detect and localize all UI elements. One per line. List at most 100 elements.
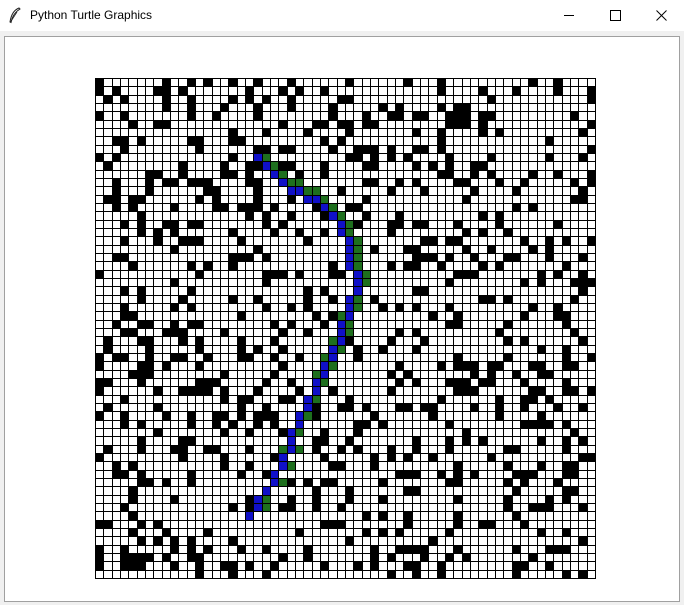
obstacle-cell (162, 220, 171, 229)
path-cell (345, 236, 354, 246)
obstacle-cell (353, 220, 363, 229)
obstacle-cell (562, 545, 571, 554)
obstacle-cell (287, 95, 296, 104)
obstacle-cell (562, 420, 571, 429)
obstacle-cell (262, 278, 271, 287)
obstacle-cell (245, 211, 254, 221)
obstacle-cell (570, 361, 579, 371)
obstacle-cell (403, 520, 413, 529)
obstacle-cell (487, 520, 496, 529)
obstacle-cell (120, 561, 129, 571)
obstacle-cell (353, 561, 363, 571)
obstacle-cell (320, 428, 329, 437)
obstacle-cell (545, 495, 554, 504)
obstacle-cell (537, 503, 546, 512)
obstacle-cell (437, 261, 446, 271)
turtle-window: Python Turtle Graphics (0, 0, 684, 605)
minimize-button[interactable] (546, 0, 592, 31)
obstacle-cell (512, 186, 521, 196)
obstacle-cell (453, 378, 463, 387)
path-cell (337, 336, 346, 346)
obstacle-cell (337, 503, 346, 512)
obstacle-cell (345, 203, 354, 212)
obstacle-cell (320, 120, 329, 129)
obstacle-cell (212, 186, 221, 196)
obstacle-cell (278, 395, 288, 404)
obstacle-cell (287, 495, 296, 504)
obstacle-cell (320, 86, 329, 96)
obstacle-cell (245, 461, 254, 471)
obstacle-cell (520, 311, 529, 321)
obstacle-cell (370, 153, 379, 162)
obstacle-cell (253, 420, 263, 429)
obstacle-cell (470, 270, 479, 279)
obstacle-cell (503, 336, 513, 346)
obstacle-cell (162, 553, 171, 562)
path-cell (328, 353, 338, 362)
obstacle-cell (553, 86, 563, 96)
obstacle-cell (253, 145, 263, 154)
obstacle-cell (103, 95, 113, 104)
obstacle-cell (578, 436, 588, 446)
path-cell (320, 203, 329, 212)
close-button[interactable] (638, 0, 684, 31)
obstacle-cell (203, 186, 213, 196)
obstacle-cell (445, 303, 454, 312)
obstacle-cell (95, 111, 104, 121)
obstacle-cell (270, 561, 279, 571)
obstacle-cell (128, 311, 138, 321)
obstacle-cell (162, 411, 171, 421)
obstacle-cell (187, 536, 196, 546)
obstacle-cell (353, 428, 363, 437)
obstacle-cell (353, 203, 363, 212)
obstacle-cell (412, 570, 421, 579)
title-bar[interactable]: Python Turtle Graphics (0, 0, 684, 31)
obstacle-cell (262, 545, 271, 554)
obstacle-cell (587, 120, 596, 129)
close-icon (655, 10, 667, 21)
obstacle-cell (412, 161, 421, 171)
obstacle-cell (520, 178, 529, 187)
obstacle-cell (370, 453, 379, 462)
obstacle-cell (453, 120, 463, 129)
obstacle-cell (245, 503, 254, 512)
obstacle-cell (420, 145, 429, 154)
obstacle-cell (520, 378, 529, 387)
obstacle-cell (487, 245, 496, 254)
obstacle-cell (287, 478, 296, 487)
obstacle-cell (528, 245, 538, 254)
obstacle-cell (137, 536, 146, 546)
obstacle-cell (212, 111, 221, 121)
obstacle-cell (345, 78, 354, 87)
obstacle-cell (570, 278, 579, 287)
obstacle-cell (245, 353, 254, 362)
turtle-canvas[interactable] (4, 36, 680, 602)
path-cell (303, 395, 313, 404)
obstacle-cell (103, 161, 113, 171)
obstacle-cell (162, 178, 171, 187)
obstacle-cell (245, 203, 254, 212)
obstacle-cell (237, 545, 246, 554)
obstacle-cell (353, 145, 363, 154)
obstacle-cell (270, 270, 279, 279)
maximize-button[interactable] (592, 0, 638, 31)
obstacle-cell (295, 528, 304, 537)
obstacle-cell (245, 161, 254, 171)
obstacle-cell (303, 553, 313, 562)
obstacle-cell (103, 378, 113, 387)
obstacle-cell (495, 395, 504, 404)
obstacle-cell (437, 170, 446, 179)
obstacle-cell (320, 320, 329, 329)
obstacle-cell (370, 245, 379, 254)
obstacle-cell (237, 236, 246, 246)
obstacle-cell (237, 345, 246, 354)
obstacle-cell (578, 336, 588, 346)
obstacle-cell (545, 253, 554, 262)
obstacle-cell (478, 228, 488, 237)
obstacle-cell (187, 320, 196, 329)
obstacle-cell (478, 128, 488, 137)
obstacle-cell (537, 420, 546, 429)
obstacle-cell (170, 536, 179, 546)
obstacle-cell (553, 311, 563, 321)
obstacle-cell (420, 545, 429, 554)
